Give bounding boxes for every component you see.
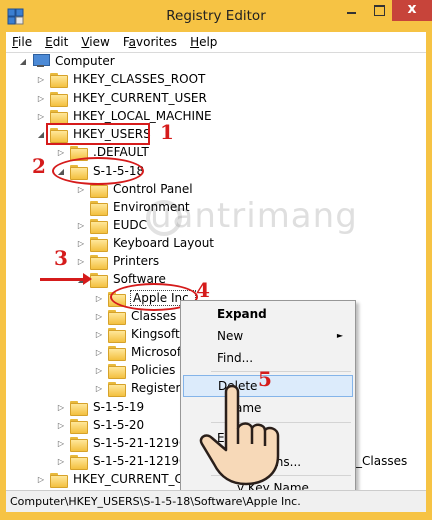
expand-arrow-icon[interactable]: ▷	[94, 294, 104, 303]
collapse-arrow-icon[interactable]: ◢	[36, 130, 46, 139]
expand-arrow-icon[interactable]: ▷	[36, 75, 46, 84]
menu-item-expand[interactable]: Expand	[183, 303, 353, 325]
status-bar: Computer\HKEY_USERS\S-1-5-18\Software\Ap…	[6, 490, 426, 512]
expand-arrow-icon[interactable]: ▷	[76, 185, 86, 194]
folder-icon	[108, 381, 126, 397]
annotation-number-4: 4	[196, 278, 210, 302]
folder-icon	[108, 345, 126, 361]
folder-icon	[50, 72, 68, 88]
menu-item-new[interactable]: New ►	[183, 325, 353, 347]
status-path: Computer\HKEY_USERS\S-1-5-18\Software\Ap…	[10, 495, 301, 508]
folder-icon	[108, 363, 126, 379]
expand-arrow-icon[interactable]: ▷	[56, 439, 66, 448]
expand-arrow-icon[interactable]: ▷	[94, 312, 104, 321]
annotation-arrow	[40, 273, 92, 285]
menu-favorites[interactable]: Favorites	[123, 35, 177, 49]
folder-icon	[90, 218, 108, 234]
tree-item-eudc[interactable]: ▷ EUDC	[76, 216, 147, 234]
menu-item-find[interactable]: Find...	[183, 347, 353, 369]
expand-arrow-icon[interactable]: ▷	[36, 112, 46, 121]
title-bar[interactable]: Registry Editor x	[0, 0, 432, 32]
tree-item-policies[interactable]: ▷ Policies	[94, 361, 175, 379]
folder-icon	[70, 436, 88, 452]
folder-icon	[90, 272, 108, 288]
tree-item-printers[interactable]: ▷ Printers	[76, 252, 159, 270]
menu-view[interactable]: View	[81, 35, 109, 49]
expand-arrow-icon[interactable]: ▷	[94, 384, 104, 393]
folder-icon	[70, 400, 88, 416]
annotation-number-2: 2	[32, 154, 46, 178]
annotation-number-1: 1	[160, 120, 174, 144]
folder-icon	[90, 200, 108, 216]
annotation-box-hkey-users	[46, 123, 150, 145]
tree-item-kingsoft[interactable]: ▷ Kingsoft	[94, 325, 180, 343]
folder-icon	[90, 236, 108, 252]
folder-icon	[50, 109, 68, 125]
minimize-button[interactable]	[338, 0, 365, 21]
tree-item-hkcu[interactable]: ▷ HKEY_CURRENT_USER	[36, 89, 207, 107]
expand-arrow-icon[interactable]: ▷	[56, 403, 66, 412]
expand-arrow-icon[interactable]: ▷	[56, 457, 66, 466]
folder-icon	[70, 454, 88, 470]
tree-item-s-1-5-19[interactable]: ▷ S-1-5-19	[56, 398, 144, 416]
annotation-number-3: 3	[54, 246, 68, 270]
expand-arrow-icon[interactable]: ▷	[76, 257, 86, 266]
menu-file[interactable]: File	[12, 35, 32, 49]
tree-item-classes-suffix: _Classes	[356, 454, 408, 468]
expand-arrow-icon[interactable]: ▷	[94, 366, 104, 375]
folder-icon	[50, 472, 68, 488]
maximize-button[interactable]	[366, 0, 392, 21]
computer-icon	[32, 54, 50, 68]
expand-arrow-icon[interactable]: ▷	[56, 421, 66, 430]
expand-arrow-icon[interactable]: ▷	[76, 239, 86, 248]
collapse-arrow-icon[interactable]: ◢	[18, 57, 28, 66]
menu-bar: File Edit View Favorites Help	[6, 32, 426, 52]
folder-icon	[108, 327, 126, 343]
menu-help[interactable]: Help	[190, 35, 217, 49]
folder-icon	[70, 418, 88, 434]
tree-item-keyboard-layout[interactable]: ▷ Keyboard Layout	[76, 234, 214, 252]
menu-edit[interactable]: Edit	[45, 35, 68, 49]
tree-item-hkcr[interactable]: ▷ HKEY_CLASSES_ROOT	[36, 70, 205, 88]
expand-arrow-icon[interactable]: ▷	[94, 348, 104, 357]
folder-icon	[90, 254, 108, 270]
submenu-arrow-icon: ►	[336, 331, 343, 340]
annotation-ellipse-s-1-5-18	[52, 157, 144, 185]
tree-item-environment[interactable]: Environment	[76, 198, 190, 216]
tree-item-microsoft[interactable]: ▷ Microsoft	[94, 343, 186, 361]
tree-item-hkcc[interactable]: ▷ HKEY_CURRENT_CO	[36, 470, 192, 488]
menu-separator	[211, 371, 351, 372]
expand-arrow-icon[interactable]: ▷	[36, 94, 46, 103]
folder-icon	[50, 91, 68, 107]
expand-arrow-icon[interactable]: ▷	[56, 148, 66, 157]
folder-icon	[108, 309, 126, 325]
expand-arrow-icon[interactable]: ▷	[94, 330, 104, 339]
tree-item-s-1-5-20[interactable]: ▷ S-1-5-20	[56, 416, 144, 434]
close-button[interactable]: x	[392, 0, 432, 21]
expand-arrow-icon[interactable]: ▷	[76, 221, 86, 230]
pointing-hand-icon	[199, 384, 280, 486]
expand-arrow-icon[interactable]: ▷	[36, 475, 46, 484]
close-icon: x	[407, 1, 417, 17]
tree-item-computer[interactable]: ◢ Computer	[18, 52, 115, 70]
